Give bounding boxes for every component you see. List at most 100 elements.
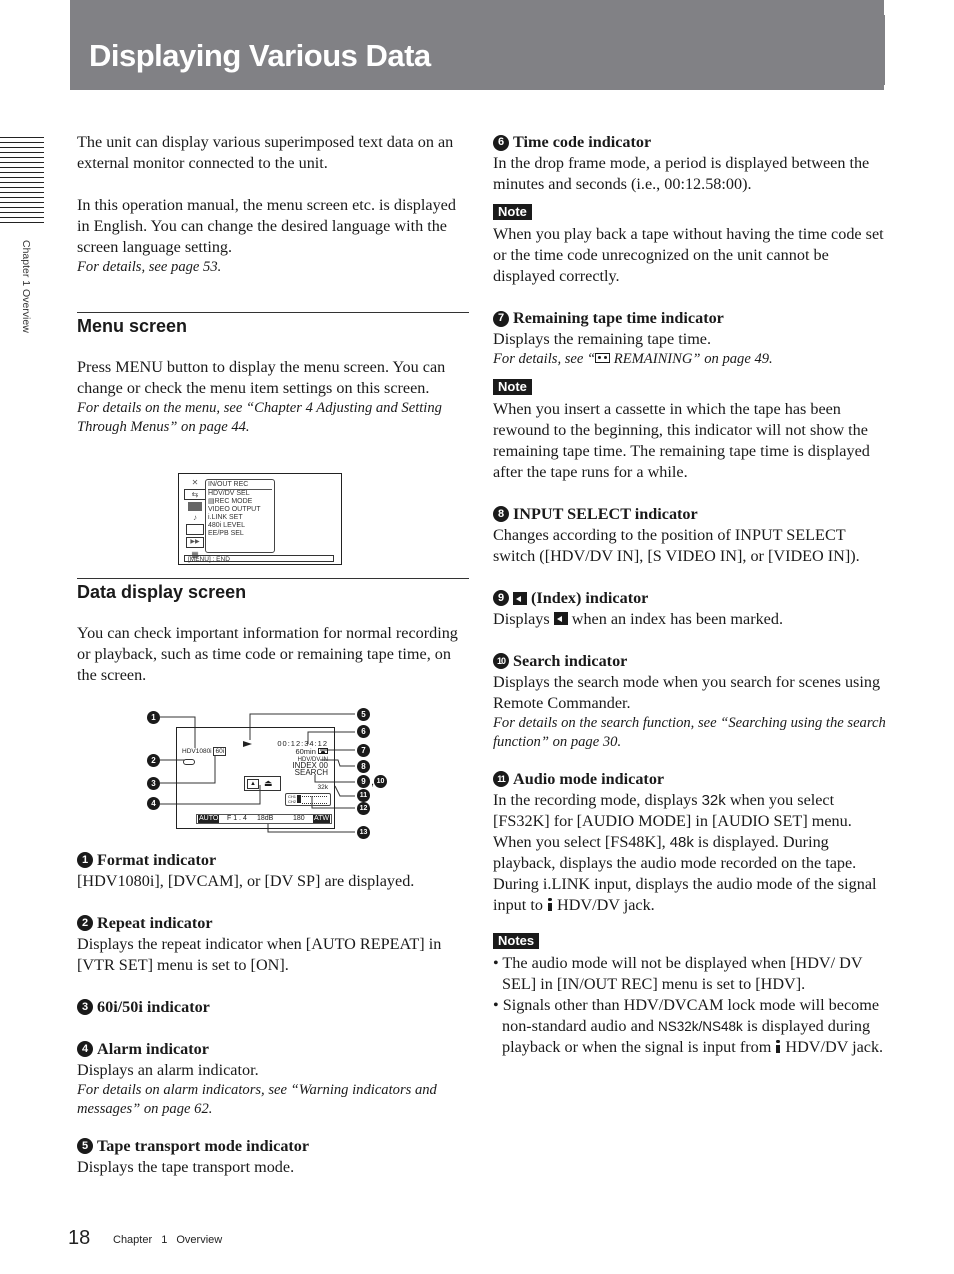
dots-icon: ▶▶ (186, 537, 204, 548)
item-title-tape-transport: 5 Tape transport mode indicator (77, 1136, 469, 1157)
item-body-tape-transport: Displays the tape transport mode. (77, 1157, 295, 1176)
number-badge-7: 7 (493, 310, 509, 327)
number-badge-3: 3 (77, 999, 93, 1015)
item-title-input-select: 8 INPUT SELECT indicator (493, 504, 888, 525)
item-title-search: 10 Search indicator (493, 651, 888, 672)
data-display-figure: HDV1080i 60i 00:12:34:12 60min HDV/DV IN… (140, 700, 390, 845)
eject-icon: ⏏ (264, 778, 273, 788)
item-body-alarm: Displays an alarm indicator. (77, 1060, 259, 1079)
callout-12: 12 (357, 802, 370, 815)
audio-32k-symbol: 32k (701, 791, 726, 809)
callout-5: 5 (357, 708, 370, 721)
callout-9: 9 (357, 775, 370, 788)
menu-item-panel: IN/OUT REC HDV/DV SEL ▤REC MODE VIDEO OU… (205, 479, 275, 553)
item-body-index: Displays when an index has been marked. (493, 609, 784, 628)
menu-screen-heading: Menu screen (77, 311, 469, 337)
item-body-audio-mode: In the recording mode, displays 32k when… (493, 790, 877, 914)
menu-item: EE/PB SEL (208, 530, 244, 537)
wb-badge: ATW (312, 815, 330, 823)
audio-mode-readout: 32k (317, 784, 328, 791)
tape-icon (186, 524, 204, 535)
number-badge-9: 9 (493, 590, 509, 606)
intro-paragraph-2: In this operation manual, the menu scree… (77, 196, 456, 256)
camera-status-bar: AUTO F 1 . 4 18dB 180 ATW (196, 814, 332, 824)
menu-screen-body: Press MENU button to display the menu sc… (77, 357, 446, 397)
monitor-screen: HDV1080i 60i 00:12:34:12 60min HDV/DV IN… (176, 727, 335, 829)
callout-8: 8 (357, 760, 370, 773)
left-column: The unit can display various superimpose… (77, 132, 469, 1178)
number-badge-6: 6 (493, 134, 509, 151)
audio-icon: ♪ (193, 513, 197, 522)
in-out-icon: ⇆ (184, 489, 206, 500)
gain-readout: 18dB (257, 815, 274, 822)
item-title-index: 9 (Index) indicator (493, 588, 888, 609)
callout-6: 6 (357, 725, 370, 738)
menu-item: 480i LEVEL (208, 522, 245, 529)
menu-screen-reference: For details on the menu, see “Chapter 4 … (77, 399, 442, 436)
number-badge-8: 8 (493, 506, 509, 522)
menu-icon-column: ✕ ⇆ ♪ ▶▶ ▦ (184, 478, 206, 561)
title-banner: Displaying Various Data (70, 0, 884, 90)
item-body-search: Displays the search mode when you search… (493, 672, 881, 712)
screen-icon (188, 502, 202, 511)
menu-item: VIDEO OUTPUT (208, 506, 261, 513)
callout-10: 10 (374, 775, 387, 788)
leader-line-11 (334, 785, 355, 797)
audio-48k-symbol: 48k (669, 833, 694, 851)
number-badge-11: 11 (493, 771, 509, 787)
callout-13: 13 (357, 826, 370, 839)
number-badge-10: 10 (493, 653, 509, 669)
callout-3: 3 (147, 777, 160, 790)
item-body-format: [HDV1080i], [DVCAM], or [DV SP] are disp… (77, 871, 415, 890)
level-scale (302, 796, 327, 804)
item-title-time-code: 6 Time code indicator (493, 132, 888, 153)
rate-readout: 60i (213, 747, 227, 756)
number-badge-5: 5 (77, 1138, 93, 1154)
level-bar (297, 795, 301, 803)
index-icon (553, 611, 568, 625)
data-display-heading: Data display screen (77, 577, 469, 603)
item-title-format: 1 Format indicator (77, 850, 469, 871)
callout-2: 2 (147, 754, 160, 767)
number-badge-4: 4 (77, 1041, 93, 1057)
footer-chapter-label: Chapter 1 Overview (113, 1234, 223, 1246)
item-ref-remaining-tape: For details, see “ REMAINING” on page 49… (493, 351, 773, 367)
number-badge-1: 1 (77, 852, 93, 868)
audio-notes-list: • The audio mode will not be displayed w… (493, 953, 888, 1058)
number-badge-2: 2 (77, 915, 93, 931)
index-icon (513, 591, 527, 605)
item-title-alarm: 4 Alarm indicator (77, 1039, 469, 1060)
remaining-readout: 60min (295, 748, 328, 756)
item-title-audio-mode: 11 Audio mode indicator (493, 769, 888, 790)
item-body-input-select: Changes according to the position of INP… (493, 525, 860, 565)
alarm-icon: ▲ (247, 779, 259, 789)
ns-audio-symbol: NS32k/NS48k (658, 1018, 743, 1034)
play-icon (243, 741, 252, 747)
menu-item: ▤REC MODE (208, 498, 253, 505)
ilink-icon (775, 1039, 781, 1053)
item-title-60i-50i: 3 60i/50i indicator (77, 997, 469, 1018)
item-body-time-code: In the drop frame mode, a period is disp… (493, 154, 870, 193)
menu-item: i.LINK SET (208, 514, 243, 521)
menu-header: IN/OUT REC (208, 481, 272, 490)
note-badge: Note (493, 204, 532, 220)
right-column: 6 Time code indicator In the drop frame m… (493, 132, 888, 1058)
cassette-icon (595, 353, 611, 363)
repeat-icon (183, 759, 195, 765)
alarm-indicator-box: ▲ ⏏ (244, 776, 281, 791)
intro-paragraph-1: The unit can display various superimpose… (77, 133, 454, 172)
iris-readout: F 1 . 4 (227, 815, 247, 822)
chapter-tab-lines (0, 137, 44, 227)
ch2-label: CH2 (288, 799, 297, 804)
item-body-remaining-tape: Displays the remaining tape time. (493, 330, 712, 348)
settings-icon: ✕ (191, 478, 199, 487)
search-readout: SEARCH (294, 768, 328, 777)
auto-badge: AUTO (198, 815, 220, 823)
note-time-code: When you play back a tape without having… (493, 225, 884, 285)
cassette-icon (318, 748, 328, 754)
chapter-side-label: Chapter 1 Overview (20, 240, 32, 333)
note-remaining-tape: When you insert a cassette in which the … (493, 399, 870, 481)
callout-11: 11 (357, 789, 370, 802)
page-title: Displaying Various Data (89, 38, 431, 73)
format-readout: HDV1080i 60i (182, 747, 227, 756)
